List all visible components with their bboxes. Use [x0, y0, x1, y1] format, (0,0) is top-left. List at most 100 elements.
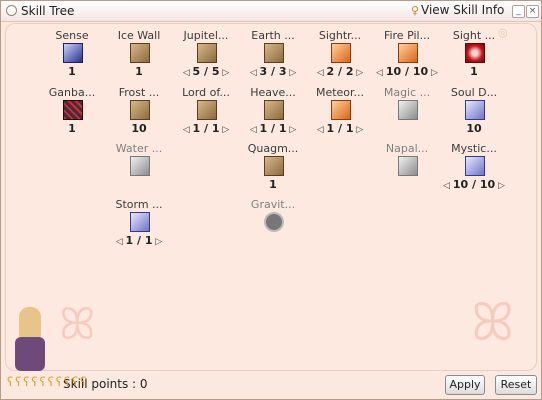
earth-spike-icon[interactable]: [264, 43, 284, 63]
view-skill-info-label: View Skill Info: [421, 3, 505, 17]
skill-level-value: 10 / 10: [452, 178, 496, 191]
skill-cell[interactable]: Napal...: [372, 142, 442, 202]
reset-button[interactable]: Reset: [495, 375, 537, 395]
skill-level: ◁ 1 / 1 ▷: [305, 122, 375, 135]
sight-blaster-icon[interactable]: [465, 43, 485, 63]
skill-level: ◁ 10 / 10 ▷: [439, 178, 509, 191]
cat-decoration-right-icon: ꕤ: [471, 293, 515, 353]
level-down-arrow-icon[interactable]: ◁: [250, 125, 260, 135]
gravitation-field-icon[interactable]: [264, 212, 284, 232]
skill-level: 1: [37, 122, 107, 135]
skill-level-value: 10: [466, 122, 482, 135]
skill-cell[interactable]: Storm ... ◁ 1 / 1 ▷: [104, 198, 174, 258]
skill-name: Jupitel...: [183, 29, 229, 42]
skill-level: ◁ 5 / 5 ▷: [171, 65, 241, 78]
skill-name: Earth ...: [251, 29, 295, 42]
skill-level: 10: [439, 122, 509, 135]
skill-name: Sightr...: [318, 29, 362, 42]
jupitel-thunder-icon[interactable]: [197, 43, 217, 63]
skill-cell[interactable]: Meteor... ◁ 1 / 1 ▷: [305, 86, 375, 146]
skill-cell[interactable]: Quagm... 1: [238, 142, 308, 202]
skill-cell[interactable]: Magic ...: [372, 86, 442, 146]
skill-cell[interactable]: Ice Wall 1: [104, 29, 174, 89]
skill-level-value: 10 / 10: [385, 65, 429, 78]
sightrasher-icon[interactable]: [331, 43, 351, 63]
level-down-arrow-icon[interactable]: ◁: [317, 125, 327, 135]
skill-cell[interactable]: Jupitel... ◁ 5 / 5 ▷: [171, 29, 241, 89]
skill-cell[interactable]: Gravit...: [238, 198, 308, 258]
level-down-arrow-icon[interactable]: ◁: [116, 237, 126, 247]
skill-cell[interactable]: Heave... ◁ 1 / 1 ▷: [238, 86, 308, 146]
apply-button[interactable]: Apply: [445, 375, 485, 395]
skill-level-value: 1 / 1: [192, 122, 220, 135]
fire-pillar-icon[interactable]: [398, 43, 418, 63]
skill-cell[interactable]: Ganba... 1: [37, 86, 107, 146]
skill-name: Sight ...: [452, 29, 496, 42]
skill-level-value: 1: [135, 65, 143, 78]
skill-name: Sense: [55, 29, 89, 42]
skill-cell[interactable]: Soul D... 10: [439, 86, 509, 146]
title-bar[interactable]: Skill Tree ♀ View Skill Info _ ×: [1, 1, 541, 22]
skill-level-value: 1: [269, 178, 277, 191]
skill-level: ◁ 2 / 2 ▷: [305, 65, 375, 78]
skill-name: Gravit...: [250, 198, 296, 211]
skill-cell[interactable]: Earth ... ◁ 3 / 3 ▷: [238, 29, 308, 89]
portrait-dress: [15, 337, 45, 371]
skill-name: Heave...: [250, 86, 296, 99]
soul-drain-icon[interactable]: [465, 100, 485, 120]
window-title: Skill Tree: [21, 4, 75, 18]
lord-of-vermilion-icon[interactable]: [197, 100, 217, 120]
window-menu-icon[interactable]: [6, 5, 17, 16]
level-down-arrow-icon[interactable]: ◁: [183, 125, 193, 135]
level-down-arrow-icon[interactable]: ◁: [183, 68, 193, 78]
skill-cell[interactable]: Fire Pil... ◁ 10 / 10 ▷: [372, 29, 442, 89]
skill-name: Mystic...: [451, 142, 497, 155]
skill-name: Fire Pil...: [383, 29, 431, 42]
skill-level: 1: [104, 65, 174, 78]
level-down-arrow-icon[interactable]: ◁: [317, 68, 327, 78]
level-down-arrow-icon[interactable]: ◁: [443, 181, 453, 191]
level-up-arrow-icon[interactable]: ▷: [286, 68, 296, 78]
minimize-button[interactable]: _: [512, 5, 525, 18]
skill-cell[interactable]: Water ...: [104, 142, 174, 202]
skill-cell[interactable]: Sense 1: [37, 29, 107, 89]
skill-cell[interactable]: Lord of... ◁ 1 / 1 ▷: [171, 86, 241, 146]
frost-nova-icon[interactable]: [130, 100, 150, 120]
level-up-arrow-icon[interactable]: ▷: [219, 125, 229, 135]
skill-level-value: 1: [470, 65, 478, 78]
level-up-arrow-icon[interactable]: ▷: [353, 68, 363, 78]
level-down-arrow-icon[interactable]: ◁: [250, 68, 260, 78]
teddy-bear-row-icon: ʕʕʕʕʕʕʕʕʕʕ: [7, 375, 89, 389]
skill-tree-window: Skill Tree ♀ View Skill Info _ × ◎ Sense 1…: [0, 0, 542, 400]
ice-wall-icon[interactable]: [130, 43, 150, 63]
water-ball-icon[interactable]: [130, 156, 150, 176]
skill-level-value: 1 / 1: [259, 122, 287, 135]
skill-level-value: 1 / 1: [326, 122, 354, 135]
skill-level: 1: [37, 65, 107, 78]
quagmire-icon[interactable]: [264, 156, 284, 176]
ganbantein-icon[interactable]: [63, 100, 83, 120]
skill-level: ◁ 1 / 1 ▷: [238, 122, 308, 135]
magic-crasher-icon[interactable]: [398, 100, 418, 120]
level-up-arrow-icon[interactable]: ▷: [219, 68, 229, 78]
level-up-arrow-icon[interactable]: ▷: [152, 237, 162, 247]
level-up-arrow-icon[interactable]: ▷: [286, 125, 296, 135]
skill-cell[interactable]: Mystic... ◁ 10 / 10 ▷: [439, 142, 509, 202]
meteor-storm-icon[interactable]: [331, 100, 351, 120]
heavens-drive-icon[interactable]: [264, 100, 284, 120]
level-up-arrow-icon[interactable]: ▷: [428, 68, 438, 78]
level-up-arrow-icon[interactable]: ▷: [353, 125, 363, 135]
skill-level-value: 2 / 2: [326, 65, 354, 78]
storm-gust-icon[interactable]: [130, 212, 150, 232]
level-up-arrow-icon[interactable]: ▷: [495, 181, 505, 191]
skill-level: ◁ 3 / 3 ▷: [238, 65, 308, 78]
close-button[interactable]: ×: [526, 5, 539, 18]
napalm-vulcan-icon[interactable]: [398, 156, 418, 176]
skill-cell[interactable]: Sightr... ◁ 2 / 2 ▷: [305, 29, 375, 89]
skill-cell[interactable]: Frost ... 10: [104, 86, 174, 146]
skill-cell[interactable]: Sight ... 1: [439, 29, 509, 89]
mystical-amplification-icon[interactable]: [465, 156, 485, 176]
view-skill-info-toggle[interactable]: ♀ View Skill Info: [411, 3, 504, 17]
target-icon[interactable]: [63, 43, 83, 63]
level-down-arrow-icon[interactable]: ◁: [376, 68, 386, 78]
